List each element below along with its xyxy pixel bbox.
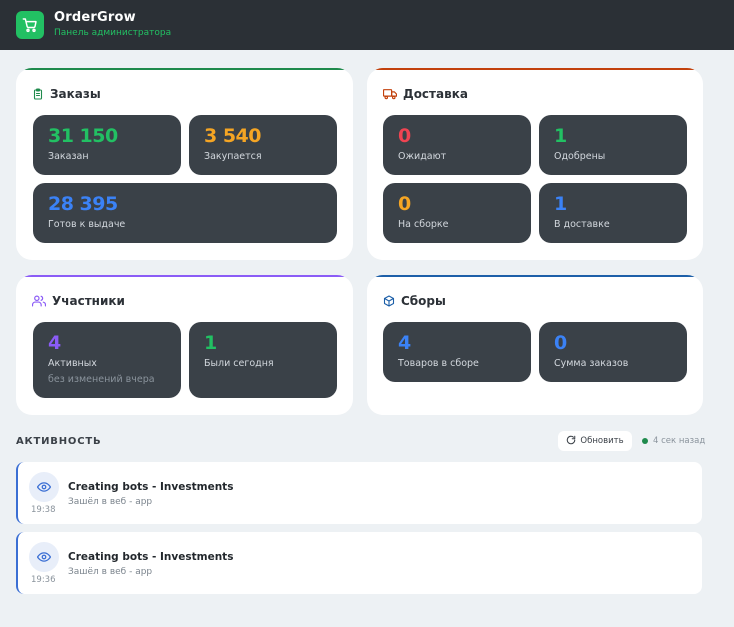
activity-name: Creating bots - Investments <box>68 551 234 563</box>
orders-purchasing-label: Закупается <box>204 151 262 162</box>
collections-title-text: Сборы <box>401 294 446 308</box>
participants-today-label: Были сегодня <box>204 358 274 369</box>
delivery-approved-tile[interactable]: 1 Одобрены <box>539 115 687 175</box>
delivery-title-text: Доставка <box>403 87 468 101</box>
activity-item[interactable]: 19:38 Creating bots - Investments Зашёл … <box>16 462 702 524</box>
eye-icon <box>29 472 59 502</box>
activity-time: 19:36 <box>31 575 56 585</box>
delivery-waiting-tile[interactable]: 0 Ожидают <box>383 115 531 175</box>
participants-active-label: Активных <box>48 358 97 369</box>
delivery-assembling-tile[interactable]: 0 На сборке <box>383 183 531 243</box>
delivery-waiting-label: Ожидают <box>398 151 447 162</box>
orders-purchasing-value: 3 540 <box>204 125 262 147</box>
activity-time: 19:38 <box>31 505 56 515</box>
status-dot-icon <box>642 438 648 444</box>
users-icon <box>32 295 46 307</box>
collections-card-title: Сборы <box>383 294 446 308</box>
delivery-assembling-value: 0 <box>398 193 411 215</box>
last-update-text: 4 сек назад <box>653 436 706 446</box>
orders-ready-value: 28 395 <box>48 193 118 215</box>
refresh-button-label: Обновить <box>580 436 624 446</box>
delivery-approved-label: Одобрены <box>554 151 606 162</box>
collections-sum-tile[interactable]: 0 Сумма заказов <box>539 322 687 382</box>
orders-card-title: Заказы <box>32 87 101 101</box>
clipboard-icon <box>32 88 44 100</box>
refresh-button[interactable]: Обновить <box>558 431 632 451</box>
delivery-card: Доставка 0 Ожидают 1 Одобрены 0 На сборк… <box>367 68 703 260</box>
activity-title: АКТИВНОСТЬ <box>16 436 102 447</box>
box-icon <box>383 295 395 307</box>
refresh-icon <box>566 435 576 448</box>
participants-card-title: Участники <box>32 294 125 308</box>
orders-purchasing-tile[interactable]: 3 540 Закупается <box>189 115 337 175</box>
collections-items-value: 4 <box>398 332 411 354</box>
participants-active-value: 4 <box>48 332 61 354</box>
delivery-waiting-value: 0 <box>398 125 411 147</box>
truck-icon <box>383 88 397 100</box>
activity-description: Зашёл в веб - app <box>68 567 153 577</box>
orders-ready-label: Готов к выдаче <box>48 219 126 230</box>
delivery-assembling-label: На сборке <box>398 219 449 230</box>
delivery-in-transit-value: 1 <box>554 193 567 215</box>
top-bar: OrderGrow Панель администратора <box>0 0 734 50</box>
orders-title-text: Заказы <box>50 87 101 101</box>
orders-ordered-label: Заказан <box>48 151 89 162</box>
collections-items-label: Товаров в сборе <box>398 358 479 369</box>
orders-ordered-value: 31 150 <box>48 125 118 147</box>
eye-icon <box>29 542 59 572</box>
activity-description: Зашёл в веб - app <box>68 497 153 507</box>
collections-sum-label: Сумма заказов <box>554 358 629 369</box>
last-update-status: 4 сек назад <box>642 436 705 446</box>
orders-card: Заказы 31 150 Заказан 3 540 Закупается 2… <box>16 68 353 260</box>
collections-card: Сборы 4 Товаров в сборе 0 Сумма заказов <box>367 275 703 415</box>
activity-item[interactable]: 19:36 Creating bots - Investments Зашёл … <box>16 532 702 594</box>
app-subtitle: Панель администратора <box>54 28 172 38</box>
participants-active-tile[interactable]: 4 Активных без изменений вчера <box>33 322 181 398</box>
participants-active-sublabel: без изменений вчера <box>48 374 155 385</box>
delivery-in-transit-label: В доставке <box>554 219 610 230</box>
delivery-card-title: Доставка <box>383 87 468 101</box>
activity-name: Creating bots - Investments <box>68 481 234 493</box>
participants-today-value: 1 <box>204 332 217 354</box>
app-title: OrderGrow <box>54 10 136 25</box>
orders-ordered-tile[interactable]: 31 150 Заказан <box>33 115 181 175</box>
participants-today-tile[interactable]: 1 Были сегодня <box>189 322 337 398</box>
delivery-in-transit-tile[interactable]: 1 В доставке <box>539 183 687 243</box>
participants-card: Участники 4 Активных без изменений вчера… <box>16 275 353 415</box>
orders-ready-tile[interactable]: 28 395 Готов к выдаче <box>33 183 337 243</box>
cart-icon[interactable] <box>16 11 44 39</box>
delivery-approved-value: 1 <box>554 125 567 147</box>
collections-items-tile[interactable]: 4 Товаров в сборе <box>383 322 531 382</box>
participants-title-text: Участники <box>52 294 125 308</box>
collections-sum-value: 0 <box>554 332 567 354</box>
